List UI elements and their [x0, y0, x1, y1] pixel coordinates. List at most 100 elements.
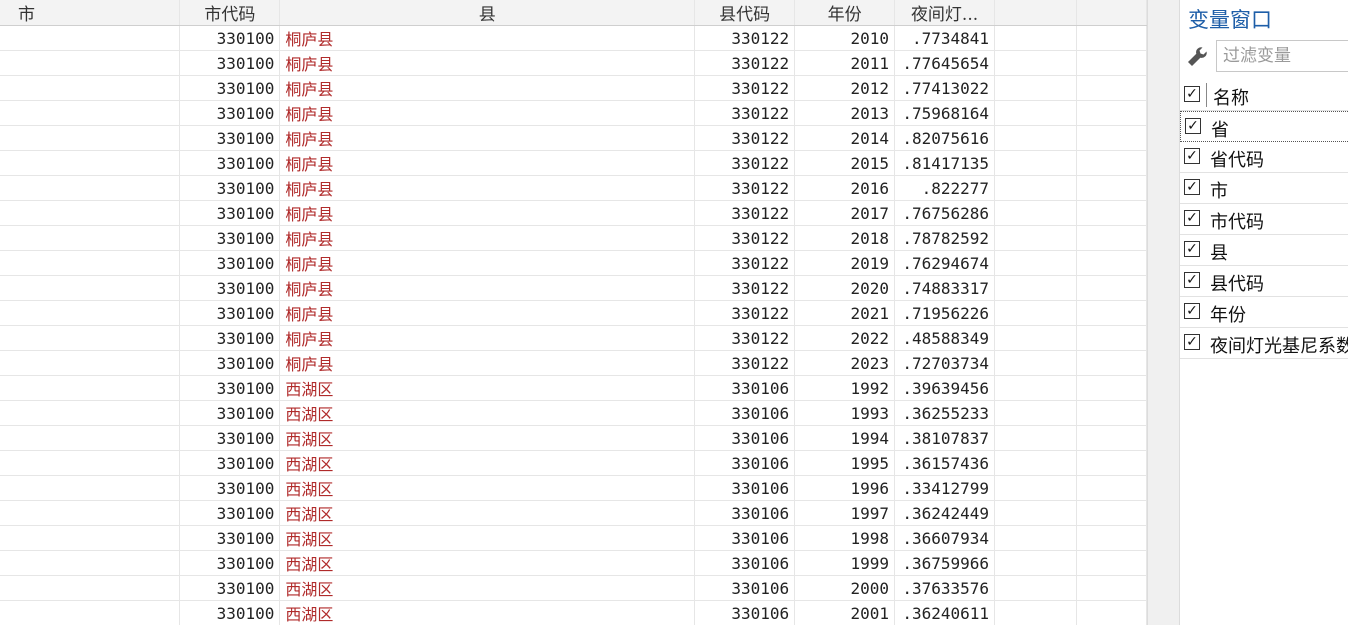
cell-year[interactable]: 2012: [794, 75, 896, 101]
cell-xian[interactable]: 西湖区: [279, 400, 696, 426]
cell-shi[interactable]: [0, 50, 181, 76]
cell-shi[interactable]: [0, 450, 181, 476]
cell-shi-code[interactable]: 330100: [179, 525, 281, 551]
cell-year[interactable]: 2023: [794, 350, 896, 376]
table-row[interactable]: 330100 西湖区 330106 1997.36242449: [0, 500, 1147, 526]
cell-xian[interactable]: 桐庐县: [279, 100, 696, 126]
cell-shi-code[interactable]: 330100: [179, 425, 281, 451]
cell-shi-code[interactable]: 330100: [179, 325, 281, 351]
cell-shi-code[interactable]: 330100: [179, 25, 281, 51]
table-row[interactable]: 330100 桐庐县 330122 2015.81417135: [0, 150, 1147, 176]
cell-shi[interactable]: [0, 300, 181, 326]
cell-shi[interactable]: [0, 400, 181, 426]
cell-shi[interactable]: [0, 225, 181, 251]
cell-shi[interactable]: [0, 75, 181, 101]
cell-shi[interactable]: [0, 25, 181, 51]
cell-shi-code[interactable]: 330100: [179, 200, 281, 226]
cell-shi-code[interactable]: 330100: [179, 475, 281, 501]
cell-shi[interactable]: [0, 375, 181, 401]
cell-xian[interactable]: 桐庐县: [279, 225, 696, 251]
variable-checkbox[interactable]: ✓: [1184, 272, 1200, 288]
cell-xian-code[interactable]: 330122: [694, 200, 796, 226]
cell-xian-code[interactable]: 330122: [694, 175, 796, 201]
table-row[interactable]: 330100 桐庐县 330122 2011.77645654: [0, 50, 1147, 76]
cell-shi-code[interactable]: 330100: [179, 450, 281, 476]
cell-xian-code[interactable]: 330106: [694, 450, 796, 476]
cell-night-light[interactable]: .7734841: [894, 25, 996, 51]
cell-xian-code[interactable]: 330122: [694, 225, 796, 251]
column-header-year[interactable]: 年份: [794, 0, 896, 26]
cell-xian-code[interactable]: 330122: [694, 350, 796, 376]
cell-shi-code[interactable]: 330100: [179, 175, 281, 201]
cell-shi-code[interactable]: 330100: [179, 125, 281, 151]
cell-night-light[interactable]: .82075616: [894, 125, 996, 151]
cell-xian[interactable]: 西湖区: [279, 375, 696, 401]
variable-checkbox[interactable]: ✓: [1184, 148, 1200, 164]
cell-xian-code[interactable]: 330106: [694, 425, 796, 451]
cell-xian-code[interactable]: 330106: [694, 525, 796, 551]
cell-shi-code[interactable]: 330100: [179, 350, 281, 376]
cell-xian[interactable]: 桐庐县: [279, 200, 696, 226]
cell-night-light[interactable]: .76294674: [894, 250, 996, 276]
cell-shi[interactable]: [0, 150, 181, 176]
cell-xian[interactable]: 桐庐县: [279, 275, 696, 301]
cell-night-light[interactable]: .33412799: [894, 475, 996, 501]
cell-shi[interactable]: [0, 525, 181, 551]
cell-shi[interactable]: [0, 100, 181, 126]
variable-item[interactable]: ✓ 市: [1180, 173, 1348, 204]
cell-shi[interactable]: [0, 425, 181, 451]
variable-item[interactable]: ✓ 年份: [1180, 297, 1348, 328]
cell-year[interactable]: 1994: [794, 425, 896, 451]
cell-xian-code[interactable]: 330122: [694, 325, 796, 351]
cell-xian[interactable]: 西湖区: [279, 600, 696, 625]
cell-xian[interactable]: 桐庐县: [279, 350, 696, 376]
cell-year[interactable]: 2016: [794, 175, 896, 201]
cell-xian-code[interactable]: 330122: [694, 25, 796, 51]
cell-night-light[interactable]: .81417135: [894, 150, 996, 176]
cell-year[interactable]: 2015: [794, 150, 896, 176]
cell-shi-code[interactable]: 330100: [179, 400, 281, 426]
cell-year[interactable]: 1998: [794, 525, 896, 551]
wrench-icon[interactable]: [1184, 44, 1210, 70]
variable-checkbox[interactable]: ✓: [1184, 334, 1200, 350]
cell-xian[interactable]: 西湖区: [279, 575, 696, 601]
cell-xian-code[interactable]: 330122: [694, 275, 796, 301]
column-header-xian-code[interactable]: 县代码: [694, 0, 796, 26]
cell-night-light[interactable]: .36255233: [894, 400, 996, 426]
cell-night-light[interactable]: .36242449: [894, 500, 996, 526]
table-row[interactable]: 330100 西湖区 330106 1998.36607934: [0, 525, 1147, 551]
cell-night-light[interactable]: .78782592: [894, 225, 996, 251]
cell-xian[interactable]: 桐庐县: [279, 150, 696, 176]
cell-shi-code[interactable]: 330100: [179, 225, 281, 251]
variable-item[interactable]: ✓ 县: [1180, 235, 1348, 266]
cell-xian[interactable]: 西湖区: [279, 550, 696, 576]
table-row[interactable]: 330100 西湖区 330106 2001.36240611: [0, 600, 1147, 625]
pane-splitter[interactable]: [1147, 0, 1180, 625]
variable-item[interactable]: ✓ 市代码: [1180, 204, 1348, 235]
cell-xian-code[interactable]: 330106: [694, 600, 796, 625]
cell-night-light[interactable]: .36607934: [894, 525, 996, 551]
variable-checkbox[interactable]: ✓: [1184, 303, 1200, 319]
cell-xian-code[interactable]: 330106: [694, 475, 796, 501]
cell-year[interactable]: 2001: [794, 600, 896, 625]
cell-night-light[interactable]: .39639456: [894, 375, 996, 401]
cell-night-light[interactable]: .77645654: [894, 50, 996, 76]
column-header-shi[interactable]: 市: [0, 0, 181, 26]
cell-shi-code[interactable]: 330100: [179, 550, 281, 576]
cell-night-light[interactable]: .36240611: [894, 600, 996, 625]
cell-shi[interactable]: [0, 175, 181, 201]
cell-xian[interactable]: 桐庐县: [279, 175, 696, 201]
cell-shi-code[interactable]: 330100: [179, 300, 281, 326]
column-header-night-light[interactable]: 夜间灯...: [894, 0, 996, 26]
variable-item[interactable]: ✓ 县代码: [1180, 266, 1348, 297]
table-row[interactable]: 330100 桐庐县 330122 2022.48588349: [0, 325, 1147, 351]
cell-xian-code[interactable]: 330106: [694, 550, 796, 576]
cell-year[interactable]: 2000: [794, 575, 896, 601]
table-row[interactable]: 330100 桐庐县 330122 2021.71956226: [0, 300, 1147, 326]
table-row[interactable]: 330100 桐庐县 330122 2010.7734841: [0, 25, 1147, 51]
filter-variables-input[interactable]: [1216, 40, 1348, 72]
cell-shi[interactable]: [0, 275, 181, 301]
cell-shi-code[interactable]: 330100: [179, 575, 281, 601]
cell-xian[interactable]: 桐庐县: [279, 300, 696, 326]
cell-year[interactable]: 2020: [794, 275, 896, 301]
